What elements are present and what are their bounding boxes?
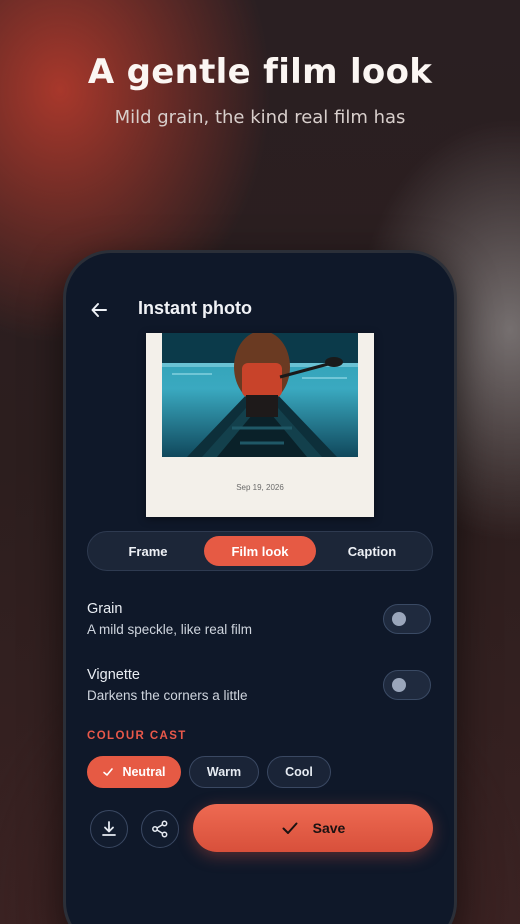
tab-frame[interactable]: Frame (92, 536, 204, 566)
chip-label: Warm (206, 765, 242, 779)
tab-film-look[interactable]: Film look (204, 536, 316, 566)
chip-warm[interactable]: Warm (189, 756, 259, 788)
grain-toggle[interactable] (383, 604, 431, 634)
toggle-knob (392, 678, 406, 692)
top-app-bar: Instant photo (66, 293, 454, 327)
vignette-label: Vignette (87, 667, 140, 683)
chip-cool[interactable]: Cool (267, 756, 331, 788)
download-button[interactable] (90, 810, 128, 848)
toggle-knob (392, 612, 406, 626)
page-title: Instant photo (138, 298, 252, 318)
hero-subhead: Mild grain, the kind real film has (114, 107, 406, 128)
tab-bar: Frame Film look Caption (87, 531, 433, 571)
tab-caption[interactable]: Caption (316, 536, 428, 566)
chip-label: Cool (285, 765, 313, 779)
back-button[interactable] (86, 297, 112, 323)
app-screen: Instant photo Sep 19, 2026 Frame Film lo… (66, 253, 454, 924)
canoe-photo (162, 333, 358, 457)
grain-label: Grain (87, 601, 123, 617)
save-button[interactable]: Save (193, 804, 433, 852)
chip-neutral[interactable]: Neutral (87, 756, 181, 788)
photo-image (162, 333, 358, 457)
share-button[interactable] (141, 810, 179, 848)
vignette-description: Darkens the corners a little (87, 688, 248, 703)
download-icon (102, 821, 116, 836)
vignette-toggle[interactable] (383, 670, 431, 700)
save-label: Save (312, 820, 346, 836)
phone-frame: Instant photo Sep 19, 2026 Frame Film lo… (63, 250, 457, 924)
photo-preview: Sep 19, 2026 (146, 333, 374, 517)
vignette-setting: Vignette Darkens the corners a little (87, 667, 433, 711)
grain-description: A mild speckle, like real film (87, 622, 253, 637)
arrow-left-icon (91, 303, 107, 317)
chip-label: Neutral (122, 765, 166, 779)
photo-date: Sep 19, 2026 (236, 483, 284, 492)
check-icon (103, 768, 114, 776)
hero-headline: A gentle film look (87, 52, 433, 92)
grain-setting: Grain A mild speckle, like real film (87, 601, 433, 645)
share-icon (152, 820, 168, 838)
check-icon (282, 822, 298, 834)
colour-cast-label: COLOUR CAST (87, 730, 187, 742)
